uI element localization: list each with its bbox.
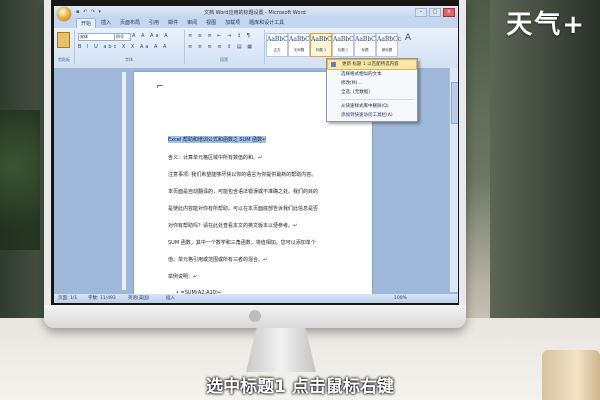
ribbon-tabs: 开始 插入 页面布局 引用 邮件 审阅 视图 加载项 题库和设计工具 xyxy=(54,18,458,28)
tab-design-tools[interactable]: 题库和设计工具 xyxy=(245,18,288,28)
doc-line[interactable]: 对你有帮助吗？请在此处查看本文的英文版本以便参考。↵ xyxy=(168,222,297,229)
vertical-ruler xyxy=(122,72,126,290)
font-label: 字体 xyxy=(125,57,133,62)
doc-line[interactable]: 注意事项: 我们希望能够尽快以你的语言为你提供最新的帮助内容。 xyxy=(168,171,316,178)
tab-page-layout[interactable]: 页面布局 xyxy=(116,18,144,28)
tab-view[interactable]: 视图 xyxy=(202,18,220,28)
menu-item-select-all[interactable]: 全选: (无数据) xyxy=(327,88,417,97)
monitor-stand xyxy=(246,328,316,372)
style-name: 正文 xyxy=(273,48,281,52)
paragraph-group: ≡ ≡ ≡ ⇤ ⇥ ↕ ¶ ≡ ≡ ≡ ≡ ⇕ ▤ ▦ 段落 xyxy=(184,30,265,64)
tab-addins[interactable]: 加载项 xyxy=(221,18,244,28)
style-no-spacing[interactable]: AaBbCcDc 无间隔 xyxy=(288,33,322,57)
doc-line[interactable]: 是使此内容能对你有所帮助。可以在本页面底部告诉我们此信息是否 xyxy=(168,205,318,212)
menu-item-label: 修改(M)... xyxy=(341,81,362,86)
menu-item-label: 选择格式相似的文本 xyxy=(341,72,382,77)
maximize-button[interactable]: □ xyxy=(429,8,441,17)
paste-icon[interactable] xyxy=(57,32,70,48)
font-tools-row2[interactable]: B I U abc X X Aa A A xyxy=(78,44,168,50)
tab-insert[interactable]: 插入 xyxy=(97,18,115,28)
paragraph-tools-row2[interactable]: ≡ ≡ ≡ ≡ ⇕ ▤ ▦ xyxy=(188,44,254,50)
style-sample: AaBbCcDc xyxy=(267,36,300,43)
change-styles-button[interactable]: A xyxy=(402,33,414,47)
style-name: 标题 xyxy=(361,48,369,52)
scroll-thumb[interactable] xyxy=(451,82,458,124)
language-indicator[interactable]: 英语(美国) xyxy=(128,294,150,303)
menu-item-label: 更新 标题 1 以匹配所选内容 xyxy=(342,62,399,67)
style-title[interactable]: AaBbCcI 标题 xyxy=(354,33,382,57)
tab-home[interactable]: 开始 xyxy=(76,18,97,28)
menu-item-select-similar[interactable]: 选择格式相似的文本 xyxy=(327,70,417,79)
video-caption: 选中标题1 点击鼠标右键 xyxy=(206,377,394,397)
menu-item-label: 从快速样式库中删除(Q) xyxy=(341,104,389,109)
font-name-select[interactable]: 宋体 xyxy=(78,33,115,41)
font-tools-row1[interactable]: A A Aa A xyxy=(132,33,170,39)
cursor-mark-icon: ⌐ xyxy=(156,82,164,92)
status-bar: 页面: 1/1 字数: 11/493 英语(美国) 插入 100% xyxy=(54,294,458,303)
office-button-icon[interactable] xyxy=(57,7,71,21)
style-context-menu: 更新 标题 1 以匹配所选内容 选择格式相似的文本 修改(M)... 全选: (… xyxy=(326,58,418,122)
insert-mode[interactable]: 插入 xyxy=(166,294,175,303)
quick-access-toolbar[interactable]: ▪ ↶ ↷ ▾ xyxy=(76,9,102,15)
wall-right xyxy=(490,0,600,330)
paragraph-tools-row1[interactable]: ≡ ≡ ≡ ⇤ ⇥ ↕ ¶ xyxy=(188,33,252,39)
doc-line[interactable]: 值、单元格引用或范围或所有三者的混合。↵ xyxy=(168,256,267,263)
tab-review[interactable]: 审阅 xyxy=(183,18,201,28)
font-group: 宋体 四号 A A Aa A B I U abc X X Aa A A 字体 xyxy=(74,30,185,64)
menu-item-add-to-qat[interactable]: 添加到快速访问工具栏(A) xyxy=(327,111,417,120)
word-window: ▪ ↶ ↷ ▾ 文档 Word应用的标题设置 - Microsoft Word … xyxy=(54,6,458,303)
style-name: 副标题 xyxy=(381,48,393,52)
menu-item-update-heading[interactable]: 更新 标题 1 以匹配所选内容 xyxy=(327,59,417,70)
menu-item-modify[interactable]: 修改(M)... xyxy=(327,79,417,88)
style-name: 无间隔 xyxy=(293,48,305,52)
tab-mailings[interactable]: 邮件 xyxy=(164,18,182,28)
style-subtitle[interactable]: AaBbCc 副标题 xyxy=(376,33,402,57)
minimize-button[interactable]: – xyxy=(415,8,427,17)
style-name: 标题 2 xyxy=(337,48,349,52)
doc-line[interactable]: 举例说明：↵ xyxy=(168,273,197,280)
style-heading-1[interactable]: AaBbC 标题 1 xyxy=(310,33,332,57)
zoom-level[interactable]: 100% xyxy=(394,294,407,303)
doc-line[interactable]: SUM 函数，其中一个数学和三角函数，将值相加。您可以添加单个 xyxy=(168,239,316,246)
window-title: 文档 Word应用的标题设置 - Microsoft Word xyxy=(204,10,306,16)
style-heading-2[interactable]: AaBbC 标题 2 xyxy=(332,33,354,57)
vertical-scrollbar[interactable] xyxy=(449,68,458,292)
style-sample: AaBbCc xyxy=(377,36,402,43)
menu-item-remove-from-gallery[interactable]: 从快速样式库中删除(Q) xyxy=(327,102,417,111)
style-name: 标题 1 xyxy=(315,48,327,52)
style-normal[interactable]: AaBbCcDc 正文 xyxy=(266,33,300,57)
font-size-select[interactable]: 四号 xyxy=(114,33,131,41)
page-count[interactable]: 页面: 1/1 xyxy=(58,294,77,303)
monitor-chin xyxy=(44,305,466,328)
clipboard-group: 剪贴板 xyxy=(54,30,75,64)
close-button[interactable]: × xyxy=(443,8,455,17)
style-sample: AaBbC xyxy=(311,36,332,43)
style-sample: AaBbC xyxy=(333,36,354,43)
doc-line[interactable]: 本页面是自动翻译的，可能包含语法错误或不准确之处。我们的目的 xyxy=(168,188,318,195)
title-bar: ▪ ↶ ↷ ▾ 文档 Word应用的标题设置 - Microsoft Word … xyxy=(54,6,458,21)
tab-references[interactable]: 引用 xyxy=(145,18,163,28)
style-sample: AaBbCcI xyxy=(355,36,382,43)
update-style-icon xyxy=(331,62,336,67)
heading-line-selected[interactable]: Excel 帮助和培训公式和函数之 SUM 函数↵ xyxy=(168,136,267,143)
clipboard-label: 剪贴板 xyxy=(58,57,70,62)
brand-logo: 天气+ xyxy=(506,10,586,40)
style-sample: AaBbCcDc xyxy=(289,36,322,43)
menu-item-label: 添加到快速访问工具栏(A) xyxy=(341,113,393,118)
menu-item-label: 全选: (无数据) xyxy=(341,90,370,95)
word-count[interactable]: 字数: 11/493 xyxy=(88,294,116,303)
paragraph-label: 段落 xyxy=(220,57,228,62)
doc-line[interactable]: 含义：计算单元格区域中所有数值的和。↵ xyxy=(168,154,262,161)
apple-logo-icon xyxy=(249,310,261,322)
window-controls: – □ × xyxy=(415,8,455,17)
plant xyxy=(0,110,40,250)
menu-separator xyxy=(341,99,414,100)
